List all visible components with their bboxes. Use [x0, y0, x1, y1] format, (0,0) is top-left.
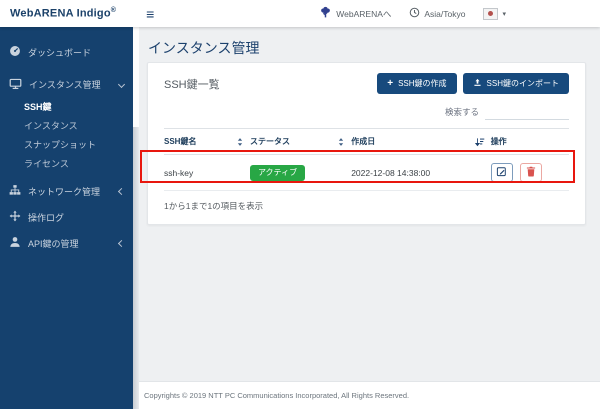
user-icon	[9, 236, 21, 250]
create-ssh-key-button-label: SSH鍵の作成	[398, 79, 447, 88]
topbar-right-group: WebARENAへ Asia/Tokyo ▾	[319, 6, 506, 21]
arrows-move-icon	[9, 210, 21, 224]
upload-icon	[473, 78, 482, 89]
chevron-left-icon	[117, 187, 126, 195]
chevron-left-icon	[117, 239, 126, 247]
copyright-text: Copyrights © 2019 NTT PC Communications …	[144, 391, 410, 400]
edit-pencil-icon	[496, 165, 507, 180]
app-logo: WebARENA Indigo®	[10, 7, 116, 20]
sort-amount-icon	[474, 137, 485, 147]
sitemap-icon	[9, 184, 21, 198]
panel-actions: + SSH鍵の作成 SSH鍵のインポート	[377, 73, 569, 94]
sidebar-item-label: インスタンス	[24, 121, 78, 131]
search-input[interactable]	[485, 104, 569, 120]
sidebar-item-network-management[interactable]: ネットワーク管理	[0, 178, 133, 204]
sidebar-item-label: ネットワーク管理	[28, 186, 101, 197]
sidebar-item-label: インスタンス管理	[29, 79, 101, 90]
search-label: 検索する	[444, 107, 479, 117]
sidebar-item-instance-management[interactable]: インスタンス管理	[0, 71, 133, 97]
webarena-link-label: WebARENAへ	[336, 8, 392, 19]
delete-button[interactable]	[520, 163, 543, 182]
sidebar-item-label: 操作ログ	[28, 212, 65, 223]
column-header-created-date[interactable]: 作成日	[351, 128, 491, 155]
column-header-status[interactable]: ステータス	[249, 128, 352, 155]
plus-icon: +	[387, 77, 394, 89]
sidebar-item-label: ライセンス	[24, 159, 69, 169]
timezone-selector[interactable]: Asia/Tokyo	[409, 7, 465, 20]
ssh-key-name-cell: ssh-key	[164, 154, 250, 191]
app-logo-text: WebARENA Indigo	[10, 7, 111, 20]
sidebar-item-instances[interactable]: インスタンス	[0, 116, 133, 135]
sidebar-item-label: スナップショット	[24, 140, 97, 150]
ssh-key-table: SSH鍵名 ステータス 作成日 操作 ssh-key アクティブ 2022-12…	[164, 128, 569, 191]
table-row: ssh-key アクティブ 2022-12-08 14:38:00	[164, 154, 569, 191]
create-ssh-key-button[interactable]: + SSH鍵の作成	[377, 73, 457, 94]
trash-icon	[526, 165, 536, 180]
top-header: WebARENA Indigo® ≡ WebARENAへ Asia/Tokyo …	[0, 0, 600, 27]
sort-icon	[337, 137, 345, 147]
webarena-link[interactable]: WebARENAへ	[319, 6, 391, 21]
page-title: インスタンス管理	[148, 40, 260, 56]
footer: Copyrights © 2019 NTT PC Communications …	[139, 381, 600, 409]
sidebar-item-label: SSH鍵	[24, 102, 52, 112]
hamburger-menu-icon[interactable]: ≡	[142, 5, 158, 23]
column-header-ssh-key-name[interactable]: SSH鍵名	[164, 128, 250, 155]
ssh-key-list-panel: SSH鍵一覧 + SSH鍵の作成 SSH鍵のインポート 検索する SSH鍵名 ス…	[147, 62, 586, 225]
column-header-operations: 操作	[490, 128, 569, 155]
panel-title: SSH鍵一覧	[164, 78, 220, 91]
table-header-row: SSH鍵名 ステータス 作成日 操作	[164, 128, 569, 155]
chevron-down-icon: ▾	[502, 10, 506, 18]
sidebar-item-label: API鍵の管理	[28, 238, 79, 249]
clock-icon	[409, 7, 420, 20]
edit-button[interactable]	[490, 163, 513, 182]
chevron-down-icon	[117, 80, 126, 88]
import-ssh-key-button-label: SSH鍵のインポート	[486, 79, 559, 88]
language-selector[interactable]: ▾	[483, 7, 506, 20]
table-summary: 1から1まで1の項目を表示	[164, 201, 264, 211]
timezone-label: Asia/Tokyo	[424, 8, 466, 19]
registered-mark: ®	[110, 7, 117, 15]
monitor-icon	[9, 77, 22, 92]
table-search: 検索する	[164, 104, 569, 120]
column-header-label: ステータス	[249, 137, 290, 146]
import-ssh-key-button[interactable]: SSH鍵のインポート	[462, 73, 569, 94]
sidebar-scrollbar[interactable]	[133, 27, 139, 409]
main-content: インスタンス管理 SSH鍵一覧 + SSH鍵の作成 SSH鍵のインポート 検索す…	[139, 27, 600, 382]
sidebar-item-licenses[interactable]: ライセンス	[0, 154, 133, 173]
scrollbar-thumb[interactable]	[133, 27, 139, 127]
operations-cell	[490, 154, 569, 191]
sidebar-item-label: ダッシュボード	[28, 47, 92, 58]
sidebar-item-ssh-keys[interactable]: SSH鍵	[0, 97, 133, 116]
sidebar-item-dashboard[interactable]: ダッシュボード	[0, 39, 133, 65]
sidebar-item-snapshots[interactable]: スナップショット	[0, 135, 133, 154]
column-header-label: 操作	[490, 137, 507, 146]
created-date-cell: 2022-12-08 14:38:00	[351, 154, 491, 191]
sort-icon	[236, 137, 244, 147]
status-badge: アクティブ	[249, 164, 306, 181]
language-flag-icon	[483, 7, 499, 20]
column-header-label: 作成日	[351, 137, 376, 146]
sidebar-item-operation-log[interactable]: 操作ログ	[0, 204, 133, 230]
sidebar-item-api-keys[interactable]: API鍵の管理	[0, 230, 133, 256]
gauge-icon	[9, 45, 21, 59]
column-header-label: SSH鍵名	[164, 137, 197, 146]
sidebar: ダッシュボード インスタンス管理 SSH鍵 インスタンス スナップショット ライ…	[0, 27, 133, 409]
tree-icon	[319, 6, 332, 21]
status-cell: アクティブ	[249, 154, 352, 191]
